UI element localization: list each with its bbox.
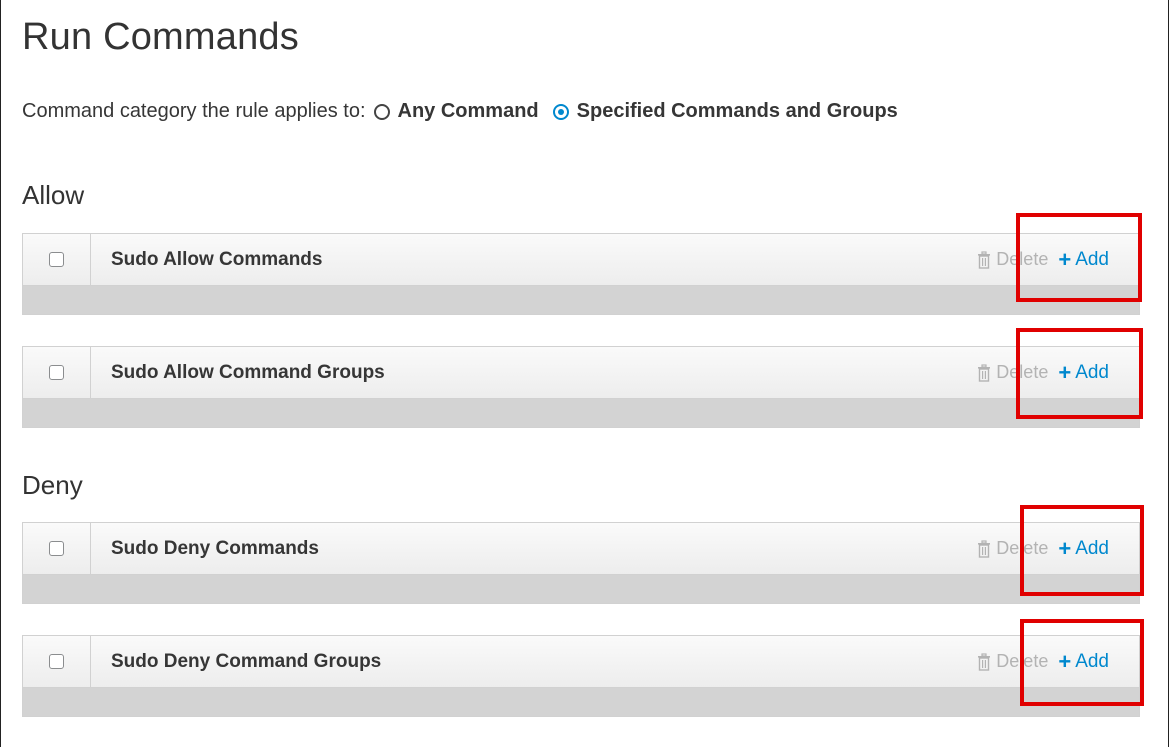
table-sudo-deny-command-groups: Sudo Deny Command Groups Delete + Add (22, 635, 1140, 717)
table-body (23, 575, 1139, 603)
trash-icon (978, 652, 991, 671)
page-title: Run Commands (22, 16, 299, 58)
select-all-checkbox[interactable] (49, 252, 64, 267)
plus-icon: + (1058, 359, 1072, 385)
delete-button[interactable]: Delete (976, 651, 1048, 672)
trash-icon (978, 250, 991, 269)
table-sudo-allow-commands: Sudo Allow Commands Delete + Add (22, 233, 1140, 315)
run-commands-panel: Run Commands Command category the rule a… (0, 0, 1169, 747)
add-button[interactable]: + Add (1058, 535, 1109, 561)
table-body (23, 399, 1139, 427)
add-button[interactable]: + Add (1058, 359, 1109, 385)
table-sudo-deny-commands: Sudo Deny Commands Delete + Add (22, 522, 1140, 604)
trash-icon (978, 363, 991, 382)
select-all-cell (23, 636, 91, 687)
select-all-cell (23, 234, 91, 285)
section-allow-heading: Allow (22, 180, 85, 210)
select-all-cell (23, 347, 91, 398)
radio-unchecked-icon[interactable] (373, 103, 390, 120)
table-body (23, 286, 1139, 314)
plus-icon: + (1058, 246, 1072, 272)
trash-icon (978, 539, 991, 558)
section-deny-heading: Deny (22, 470, 83, 500)
plus-icon: + (1058, 535, 1072, 561)
table-title: Sudo Deny Commands (111, 537, 319, 559)
table-header: Sudo Allow Command Groups Delete + Add (23, 347, 1139, 399)
delete-button[interactable]: Delete (976, 538, 1048, 559)
command-category-label: Command category the rule applies to: (22, 100, 366, 122)
table-header: Sudo Deny Commands Delete + Add (23, 523, 1139, 575)
radio-checked-icon[interactable] (552, 103, 569, 120)
table-body (23, 688, 1139, 716)
table-title: Sudo Deny Command Groups (111, 650, 382, 672)
delete-button-label: Delete (996, 538, 1049, 558)
add-button[interactable]: + Add (1058, 246, 1109, 272)
radio-any-command-label: Any Command (397, 100, 539, 122)
add-button-label: Add (1075, 248, 1109, 270)
radio-any-command[interactable]: Any Command (373, 100, 539, 123)
radio-specified-commands-label: Specified Commands and Groups (576, 100, 898, 122)
delete-button[interactable]: Delete (976, 249, 1048, 270)
table-title: Sudo Allow Commands (111, 248, 323, 270)
delete-button-label: Delete (996, 651, 1049, 671)
delete-button[interactable]: Delete (976, 362, 1048, 383)
add-button-label: Add (1075, 361, 1109, 383)
table-sudo-allow-command-groups: Sudo Allow Command Groups Delete + Add (22, 346, 1140, 428)
table-title: Sudo Allow Command Groups (111, 361, 385, 383)
select-all-checkbox[interactable] (49, 654, 64, 669)
radio-specified-commands[interactable]: Specified Commands and Groups (552, 100, 898, 123)
command-category-row: Command category the rule applies to: An… (22, 100, 898, 123)
table-header: Sudo Allow Commands Delete + Add (23, 234, 1139, 286)
add-button-label: Add (1075, 650, 1109, 672)
select-all-cell (23, 523, 91, 574)
select-all-checkbox[interactable] (49, 541, 64, 556)
add-button[interactable]: + Add (1058, 648, 1109, 674)
add-button-label: Add (1075, 537, 1109, 559)
delete-button-label: Delete (996, 249, 1049, 269)
delete-button-label: Delete (996, 362, 1049, 382)
table-header: Sudo Deny Command Groups Delete + Add (23, 636, 1139, 688)
select-all-checkbox[interactable] (49, 365, 64, 380)
plus-icon: + (1058, 648, 1072, 674)
